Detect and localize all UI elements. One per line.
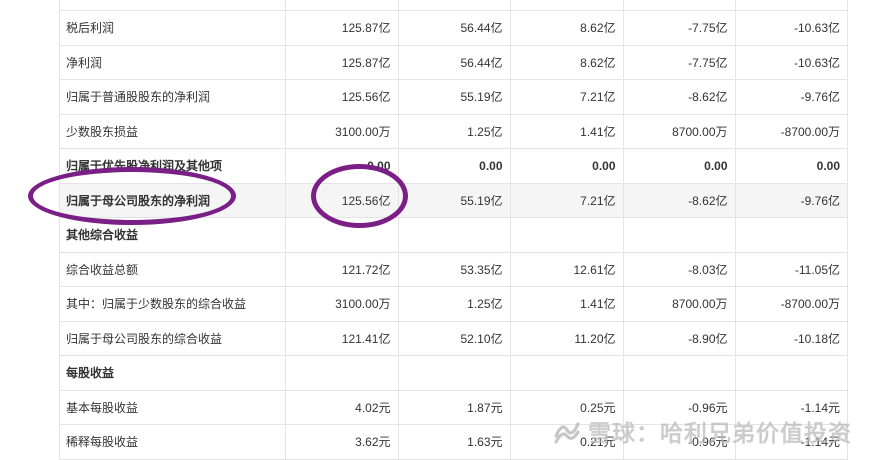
section-label: 每股收益 <box>60 355 286 391</box>
table-row: 归属于优先股净利润及其他项 0.00 0.00 0.00 0.00 0.00 <box>60 148 847 184</box>
cell-value <box>623 217 736 253</box>
row-label: 综合收益总额 <box>60 252 286 287</box>
row-label: 净利润 <box>60 45 286 80</box>
cell-value: 52.10亿 <box>398 321 511 356</box>
cell-value: 125.87亿 <box>285 45 399 80</box>
cell-value: 1.41亿 <box>510 114 624 149</box>
cell-value: 56.44亿 <box>398 45 511 80</box>
cell-value <box>398 355 511 391</box>
cell-value <box>735 355 847 391</box>
table-row: 税后利润 125.87亿 56.44亿 8.62亿 -7.75亿 -10.63亿 <box>60 10 847 46</box>
cell-value: 55.19亿 <box>398 79 511 115</box>
cell-value: 55.19亿 <box>398 183 511 218</box>
cell-value: 1.25亿 <box>398 286 511 322</box>
cell-value: -8700.00万 <box>735 114 847 149</box>
cell-value: -8700.00万 <box>735 286 847 322</box>
table-row: 少数股东损益 3100.00万 1.25亿 1.41亿 8700.00万 -87… <box>60 114 847 149</box>
cell-value: 8.62亿 <box>510 10 624 46</box>
cell-value: 7.21亿 <box>510 79 624 115</box>
cell-value <box>285 217 399 253</box>
table-row: 归属于母公司股东的综合收益 121.41亿 52.10亿 11.20亿 -8.9… <box>60 321 847 356</box>
cell-value: 3100.00万 <box>285 114 399 149</box>
cell-value <box>623 0 736 11</box>
row-label: 归属于普通股股东的净利润 <box>60 79 286 115</box>
cell-value: 1.41亿 <box>510 286 624 322</box>
cell-value: -10.18亿 <box>735 321 847 356</box>
cell-value <box>398 0 511 11</box>
cell-value: 1.25亿 <box>398 114 511 149</box>
cell-value <box>285 355 399 391</box>
cell-value: 121.72亿 <box>285 252 399 287</box>
cell-value: -8.90亿 <box>623 321 736 356</box>
row-label: 稀释每股收益 <box>60 424 286 460</box>
income-statement-table: 税后利润 125.87亿 56.44亿 8.62亿 -7.75亿 -10.63亿… <box>59 0 848 460</box>
cell-value: -10.63亿 <box>735 10 847 46</box>
row-label: 少数股东损益 <box>60 114 286 149</box>
cell-value: -8.03亿 <box>623 252 736 287</box>
cell-value: 3100.00万 <box>285 286 399 322</box>
cell-value: -11.05亿 <box>735 252 847 287</box>
table-row: 综合收益总额 121.72亿 53.35亿 12.61亿 -8.03亿 -11.… <box>60 252 847 287</box>
section-header-row: 每股收益 <box>60 355 847 391</box>
cell-value: 12.61亿 <box>510 252 624 287</box>
cell-value: 0.00 <box>285 148 399 184</box>
cell-value: -8.62亿 <box>623 183 736 218</box>
cell-value: -7.75亿 <box>623 10 736 46</box>
cell-value: 1.63元 <box>398 424 511 460</box>
cell-value: -8.62亿 <box>623 79 736 115</box>
table-row <box>60 0 847 11</box>
row-label: 归属于优先股净利润及其他项 <box>60 148 286 184</box>
cell-value: -10.63亿 <box>735 45 847 80</box>
row-label: 归属于母公司股东的净利润 <box>60 183 286 218</box>
cell-value: 7.21亿 <box>510 183 624 218</box>
row-label: 税后利润 <box>60 10 286 46</box>
row-label: 基本每股收益 <box>60 390 286 425</box>
cell-value: 0.00 <box>735 148 847 184</box>
cell-value: 125.87亿 <box>285 10 399 46</box>
row-label: 其中：归属于少数股东的综合收益 <box>60 286 286 322</box>
table-row: 归属于母公司股东的净利润 125.56亿 55.19亿 7.21亿 -8.62亿… <box>60 183 847 218</box>
cell-value: 125.56亿 <box>285 183 399 218</box>
cell-value: 121.41亿 <box>285 321 399 356</box>
cell-value <box>510 0 624 11</box>
table-row: 净利润 125.87亿 56.44亿 8.62亿 -7.75亿 -10.63亿 <box>60 45 847 80</box>
section-label: 其他综合收益 <box>60 217 286 253</box>
cell-value: 8700.00万 <box>623 286 736 322</box>
cell-value: 8.62亿 <box>510 45 624 80</box>
cell-value: 125.56亿 <box>285 79 399 115</box>
cell-value: 4.02元 <box>285 390 399 425</box>
cell-value: 0.00 <box>398 148 511 184</box>
cell-value <box>285 0 399 11</box>
cell-value: 53.35亿 <box>398 252 511 287</box>
cell-value: 1.87元 <box>398 390 511 425</box>
cell-value: 8700.00万 <box>623 114 736 149</box>
watermark: 雪球：哈利兄弟价值投资 <box>552 414 852 448</box>
cell-value <box>623 355 736 391</box>
watermark-text: 雪球：哈利兄弟价值投资 <box>588 420 852 446</box>
cell-value: -7.75亿 <box>623 45 736 80</box>
snowball-logo-icon <box>552 416 582 446</box>
table-row: 其中：归属于少数股东的综合收益 3100.00万 1.25亿 1.41亿 870… <box>60 286 847 322</box>
cell-value <box>398 217 511 253</box>
cell-value <box>735 217 847 253</box>
cell-value <box>510 355 624 391</box>
cell-value: 0.00 <box>623 148 736 184</box>
cell-value: 56.44亿 <box>398 10 511 46</box>
cell-value: 11.20亿 <box>510 321 624 356</box>
table-row: 归属于普通股股东的净利润 125.56亿 55.19亿 7.21亿 -8.62亿… <box>60 79 847 115</box>
row-label <box>60 0 286 11</box>
cell-value <box>735 0 847 11</box>
cell-value: 3.62元 <box>285 424 399 460</box>
cell-value: -9.76亿 <box>735 79 847 115</box>
cell-value <box>510 217 624 253</box>
cell-value: -9.76亿 <box>735 183 847 218</box>
cell-value: 0.00 <box>510 148 624 184</box>
section-header-row: 其他综合收益 <box>60 217 847 253</box>
row-label: 归属于母公司股东的综合收益 <box>60 321 286 356</box>
